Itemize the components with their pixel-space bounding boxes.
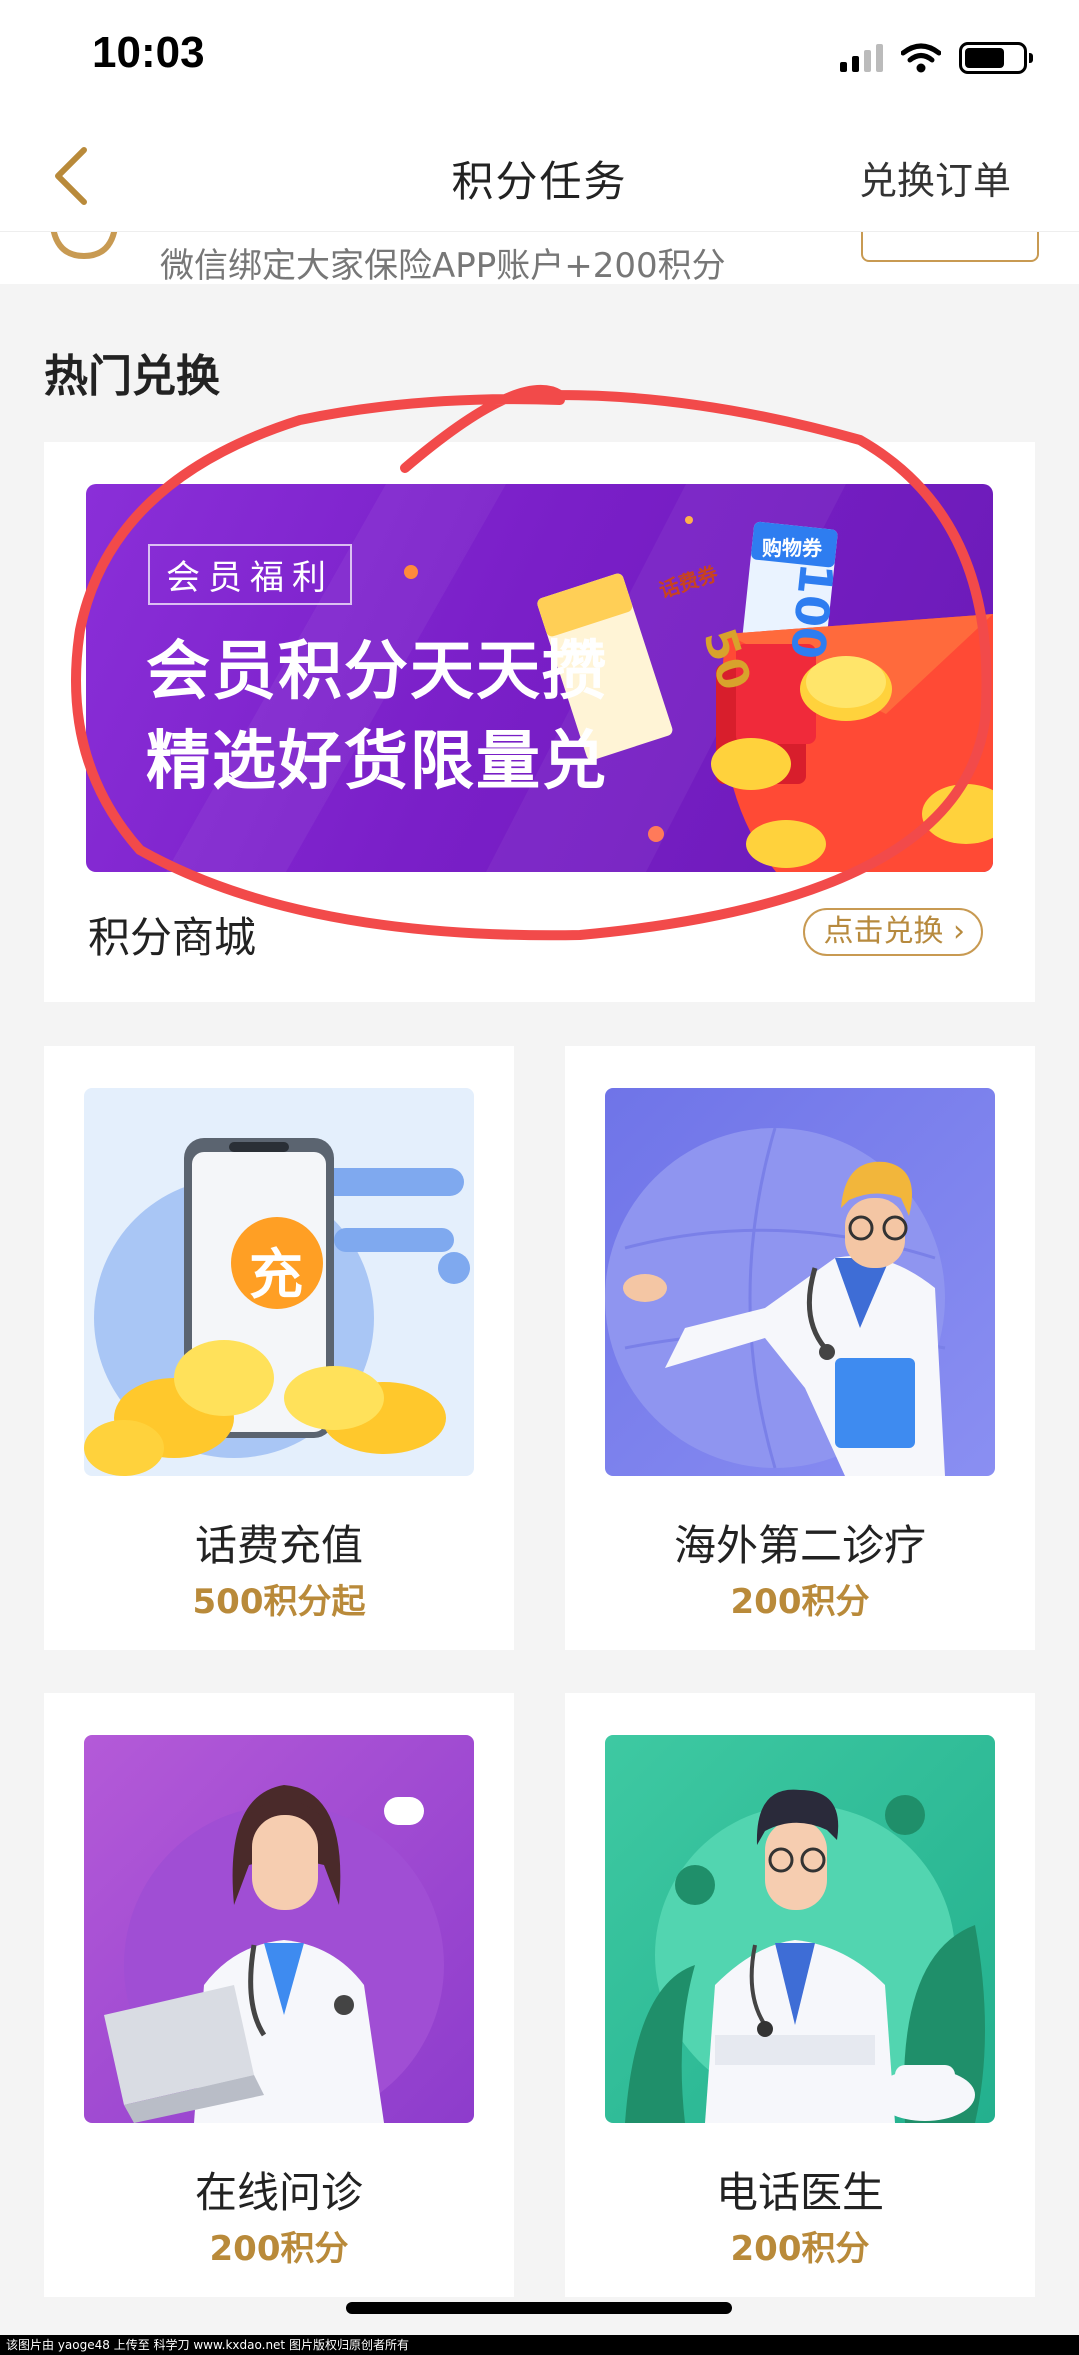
- card-phone-topup[interactable]: 充 话费充值 500积分起: [44, 1046, 514, 1650]
- phone-doctor-image: [605, 1735, 995, 2123]
- card-points: 200积分: [209, 2229, 349, 2269]
- status-time: 10:03: [92, 28, 205, 77]
- coupon-label-2: 购物券: [762, 536, 822, 560]
- status-bar: 10:03: [0, 0, 1079, 120]
- chevron-right-icon: ›: [953, 914, 965, 949]
- redeem-button[interactable]: 点击兑换 ›: [803, 908, 983, 956]
- status-icons: [840, 40, 1033, 76]
- task-row: 微信绑定大家保险APP账户+200积分: [0, 232, 1079, 284]
- task-description: 微信绑定大家保险APP账户+200积分: [160, 246, 726, 284]
- cellular-signal-icon: [840, 44, 883, 72]
- card-overseas-diagnosis[interactable]: 海外第二诊疗 200积分: [565, 1046, 1035, 1650]
- online-consultation-image: [84, 1735, 474, 2123]
- section-title: 热门兑换: [44, 351, 220, 402]
- coupon-value-2: 100: [780, 560, 844, 662]
- battery-icon: [959, 42, 1033, 74]
- card-phone-doctor[interactable]: 电话医生 200积分: [565, 1693, 1035, 2297]
- watermark: 该图片由 yaoge48 上传至 科学刀 www.kxdao.net 图片版权归…: [0, 2335, 1079, 2355]
- points-mall-card[interactable]: 会员福利 会员积分天天攒 精选好货限量兑 话费券 50 购物券 100 积分商城…: [44, 442, 1035, 1002]
- card-online-consultation[interactable]: 在线问诊 200积分: [44, 1693, 514, 2297]
- mall-banner[interactable]: 会员福利 会员积分天天攒 精选好货限量兑 话费券 50 购物券 100: [86, 484, 993, 872]
- card-title: 话费充值: [194, 1521, 363, 1570]
- card-points: 500积分起: [192, 1582, 366, 1622]
- redeem-button-label: 点击兑换: [823, 914, 944, 949]
- male-doctor-telephone-illustration: [625, 1789, 985, 2123]
- banner-tag: 会员福利: [148, 544, 352, 605]
- wifi-icon: [901, 43, 941, 73]
- card-title: 在线问诊: [194, 2168, 363, 2217]
- banner-headline-2: 精选好货限量兑: [146, 725, 608, 799]
- card-title: 海外第二诊疗: [673, 1521, 926, 1570]
- wechat-icon: [50, 232, 118, 260]
- phone-topup-image: 充: [84, 1088, 474, 1476]
- overseas-diagnosis-image: [605, 1088, 995, 1476]
- doctor-globe-illustration: [605, 1127, 946, 1476]
- task-action-button[interactable]: [861, 232, 1039, 262]
- card-points: 200积分: [730, 1582, 870, 1622]
- topup-icon-text: 充: [249, 1243, 303, 1306]
- card-points: 200积分: [730, 2229, 870, 2269]
- points-mall-label: 积分商城: [88, 913, 257, 962]
- exchange-orders-link[interactable]: 兑换订单: [859, 150, 1011, 205]
- home-indicator[interactable]: [346, 2302, 732, 2314]
- banner-headline-1: 会员积分天天攒: [146, 635, 608, 709]
- card-title: 电话医生: [715, 2168, 884, 2217]
- nav-bar: 积分任务 兑换订单: [0, 120, 1079, 232]
- female-doctor-laptop-illustration: [104, 1785, 444, 2123]
